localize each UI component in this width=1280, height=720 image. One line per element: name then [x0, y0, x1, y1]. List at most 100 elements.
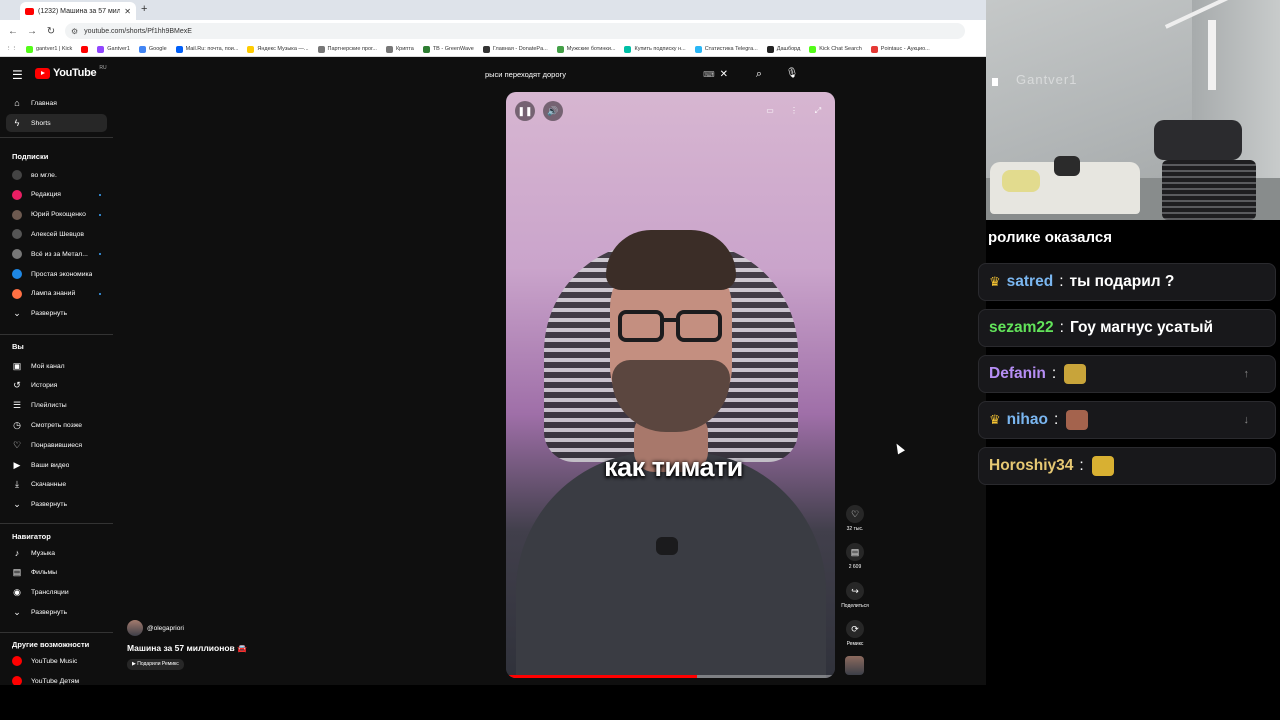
- remix-action[interactable]: ⟳ Ремикс: [836, 620, 874, 647]
- sidebar-item-expand[interactable]: ⌄ Развернуть: [6, 305, 107, 323]
- bookmark-item[interactable]: Kick Chat Search: [809, 45, 862, 53]
- bookmark-item[interactable]: Gantver1: [97, 45, 130, 53]
- remix-chip[interactable]: ▶ Подарили Ремикс: [127, 659, 184, 670]
- sidebar-item-youtube-music[interactable]: YouTube Music: [6, 652, 107, 670]
- sidebar-item-my-channel[interactable]: ▣ Мой канал: [6, 357, 107, 375]
- forward-icon[interactable]: →: [27, 26, 37, 37]
- my-channel-icon: ▣: [12, 360, 22, 371]
- more-from-youtube-heading[interactable]: Другие возможности: [12, 640, 89, 649]
- webcam-overlay: Gantver1: [986, 0, 1280, 220]
- captions-icon[interactable]: ▭: [762, 103, 778, 119]
- chat-separator: :: [1059, 273, 1064, 290]
- volume-icon[interactable]: 🔊: [543, 101, 563, 121]
- sidebar-item-watch-later[interactable]: ◷ Смотреть позже: [6, 416, 107, 434]
- bookmark-item[interactable]: Купить подписку н...: [624, 45, 686, 53]
- sidebar-item-expand[interactable]: ⌄ Развернуть: [6, 603, 107, 621]
- youtube-header: ☰ YouTube RU рыси переходят дорогу ⌨ ✕ ⌕…: [0, 58, 986, 90]
- close-tab-icon[interactable]: ✕: [124, 7, 131, 16]
- back-icon[interactable]: ←: [8, 26, 18, 37]
- comment-icon[interactable]: ▤: [846, 543, 864, 561]
- microphone-icon[interactable]: 🎙: [782, 65, 802, 83]
- like-action[interactable]: ♡ 32 тыс.: [836, 505, 874, 532]
- sidebar-item-home[interactable]: ⌂ Главная: [6, 94, 107, 112]
- like-icon[interactable]: ♡: [846, 505, 864, 523]
- sidebar-item-shorts[interactable]: ϟ Shorts: [6, 114, 107, 132]
- reload-icon[interactable]: ↻: [46, 26, 56, 37]
- bookmark-item[interactable]: gantver1 | Kick: [26, 45, 72, 53]
- browser-toolbar: ← → ↻ ⚙ youtube.com/shorts/Pf1hh9BMexE: [0, 20, 986, 42]
- bookmark-favicon-icon: [97, 45, 105, 53]
- bookmark-favicon-icon: [317, 45, 325, 53]
- search-icon[interactable]: ⌕: [750, 65, 768, 83]
- gaming-chair-headrest: [1154, 120, 1242, 160]
- sidebar-item-subscription[interactable]: Лампа знаний: [6, 285, 107, 303]
- bookmark-item[interactable]: Mail.Ru: почта, пои...: [175, 45, 238, 53]
- sidebar-item-subscription[interactable]: Алексей Шевцов: [6, 225, 107, 243]
- shorts-player[interactable]: как тимати ❚❚ 🔊 ▭ ⋮ ⤢: [506, 92, 835, 678]
- video-progress-bar[interactable]: [506, 675, 835, 678]
- owner-avatar[interactable]: [127, 620, 143, 636]
- you-heading[interactable]: Вы: [12, 342, 24, 351]
- site-info-icon[interactable]: ⚙: [71, 27, 78, 36]
- sidebar-item-your-videos[interactable]: ▶ Ваши видео: [6, 456, 107, 474]
- fullscreen-icon[interactable]: ⤢: [810, 103, 826, 119]
- sidebar-item-music[interactable]: ♪ Музыка: [6, 544, 107, 562]
- address-bar[interactable]: ⚙ youtube.com/shorts/Pf1hh9BMexE: [65, 23, 965, 39]
- keyboard-icon[interactable]: ⌨: [703, 70, 715, 79]
- bookmark-item[interactable]: TB - GreenWave: [422, 45, 474, 53]
- more-options-icon[interactable]: ⋮: [786, 103, 802, 119]
- sidebar-item-downloads[interactable]: ⤓ Скачанные: [6, 476, 107, 494]
- bookmark-item[interactable]: Крипта: [385, 45, 414, 53]
- share-action[interactable]: ↪ Поделиться: [836, 582, 874, 609]
- bookmark-favicon-icon: [422, 45, 430, 53]
- youtube-logo[interactable]: YouTube RU: [35, 65, 107, 79]
- sidebar-item-subscription[interactable]: Простая экономика: [6, 265, 107, 283]
- comments-action[interactable]: ▤ 2 609: [836, 543, 874, 570]
- explore-heading[interactable]: Навигатор: [12, 532, 51, 541]
- bookmark-item[interactable]: Партнерские прог...: [317, 45, 377, 53]
- your-videos-icon: ▶: [13, 459, 21, 470]
- sidebar-item-history[interactable]: ↺ История: [6, 377, 107, 395]
- bookmark-item[interactable]: Яндекс Музыка —...: [247, 45, 309, 53]
- bookmark-item[interactable]: Главная - DonatePa...: [482, 45, 548, 53]
- bookmark-item[interactable]: Статистика Telegra...: [694, 45, 758, 53]
- apps-icon[interactable]: ⋮⋮: [6, 46, 17, 52]
- sidebar-item-expand[interactable]: ⌄ Развернуть: [6, 496, 107, 514]
- bookmark-label: Партнерские прог...: [327, 46, 377, 52]
- scroll-up-icon[interactable]: ↑: [1244, 368, 1250, 380]
- remix-icon[interactable]: ⟳: [846, 620, 864, 638]
- bookmark-item[interactable]: Google: [138, 45, 167, 53]
- channel-avatar[interactable]: [845, 656, 864, 675]
- scroll-down-icon[interactable]: ↓: [1244, 414, 1250, 426]
- sidebar-item-live[interactable]: ◉ Трансляции: [6, 584, 107, 602]
- downloads-icon: ⤓: [15, 479, 19, 490]
- wall-switch: [992, 78, 998, 86]
- share-icon[interactable]: ↪: [846, 582, 864, 600]
- subscriptions-heading[interactable]: Подписки: [12, 152, 48, 161]
- bookmark-item[interactable]: Дашборд: [766, 45, 800, 53]
- pause-icon[interactable]: ❚❚: [515, 101, 535, 121]
- sidebar-item-subscription[interactable]: Редакция: [6, 186, 107, 204]
- new-tab-icon[interactable]: +: [141, 3, 147, 15]
- search-input[interactable]: рыси переходят дорогу ⌨ ✕: [476, 65, 740, 83]
- clear-search-icon[interactable]: ✕: [720, 69, 728, 80]
- bookmark-favicon-icon: [809, 45, 817, 53]
- like-count: 32 тыс.: [846, 526, 864, 532]
- bookmark-item[interactable]: Мужские ботинки...: [556, 45, 615, 53]
- sidebar-item-youtube-kids[interactable]: YouTube Детям: [6, 672, 107, 685]
- tab-strip: (1232) Машина за 57 милл... ✕ +: [0, 0, 986, 20]
- bookmark-item[interactable]: [81, 45, 89, 53]
- sidebar-item-liked[interactable]: ♡ Понравившиеся: [6, 436, 107, 454]
- tab-title: (1232) Машина за 57 милл...: [38, 7, 121, 15]
- sidebar-item-movies[interactable]: ▤ Фильмы: [6, 564, 107, 582]
- owner-handle[interactable]: @olegapriori: [147, 625, 184, 632]
- sidebar-item-subscription[interactable]: Юрий Рокощенко: [6, 206, 107, 224]
- sidebar-item-subscription[interactable]: Всё из за Метал...: [6, 245, 107, 263]
- menu-icon[interactable]: ☰: [12, 68, 23, 82]
- bookmark-favicon-icon: [26, 45, 33, 53]
- sidebar-item-playlists[interactable]: ☰ Плейлисты: [6, 397, 107, 415]
- short-owner[interactable]: @olegapriori: [127, 620, 184, 636]
- active-tab[interactable]: (1232) Машина за 57 милл... ✕: [20, 2, 136, 20]
- sidebar-item-subscription[interactable]: во мгле.: [6, 166, 107, 184]
- bookmark-item[interactable]: Pointauc - Аукцио...: [870, 45, 930, 53]
